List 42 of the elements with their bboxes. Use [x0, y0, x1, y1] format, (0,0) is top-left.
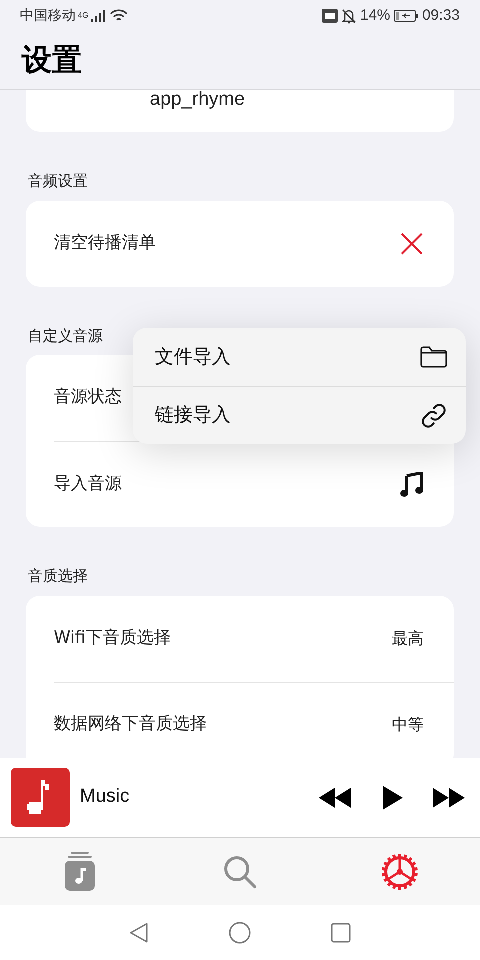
search-icon[interactable]: [223, 854, 257, 888]
play-icon[interactable]: [383, 786, 403, 810]
settings-row[interactable]: Wifi下音质选择 最高: [54, 596, 454, 682]
album-art-icon: [11, 768, 70, 827]
row-label: Wifi下音质选择: [54, 626, 172, 650]
row-label: 导入音源: [54, 472, 123, 496]
gear-icon[interactable]: [381, 852, 419, 890]
player-bar[interactable]: Music: [0, 758, 480, 838]
section-header: 音质选择: [28, 566, 89, 587]
recents-icon[interactable]: [331, 922, 351, 942]
link-icon: [420, 402, 448, 430]
track-title: Music: [80, 785, 131, 810]
menu-label: 链接导入: [155, 403, 231, 428]
network-label: 4G: [78, 10, 89, 22]
music-library-icon[interactable]: [64, 852, 96, 892]
page-title: 设置: [22, 42, 82, 80]
signal-icon: [90, 10, 105, 22]
back-icon[interactable]: [129, 922, 149, 944]
wifi-icon: [110, 9, 128, 23]
fast-forward-icon[interactable]: [433, 788, 467, 808]
section-header: 音频设置: [28, 171, 89, 192]
row-value: 中等: [392, 714, 424, 736]
home-icon[interactable]: [229, 922, 251, 944]
row-label: 数据网络下音质选择: [54, 713, 208, 736]
settings-row[interactable]: 清空待播清单: [54, 200, 454, 286]
battery-icon: [394, 10, 418, 22]
carrier-label: 中国移动: [20, 6, 76, 26]
clock-time: 09:33: [422, 6, 460, 26]
menu-label: 文件导入: [155, 344, 231, 370]
rewind-icon[interactable]: [319, 788, 353, 808]
close-icon[interactable]: [400, 232, 424, 256]
row-label: 清空待播清单: [54, 232, 157, 255]
row-value: 最高: [392, 628, 424, 650]
folder-icon: [420, 346, 448, 368]
bell-off-icon: [342, 8, 356, 24]
battery-percent: 14%: [360, 6, 390, 26]
menu-item[interactable]: 文件导入: [133, 328, 466, 386]
music-note-icon[interactable]: [400, 472, 424, 498]
setting-value: app_rhyme: [150, 90, 246, 112]
section-header: 自定义音源: [28, 326, 104, 346]
hd-icon: [322, 9, 338, 23]
menu-item[interactable]: 链接导入: [133, 386, 466, 444]
